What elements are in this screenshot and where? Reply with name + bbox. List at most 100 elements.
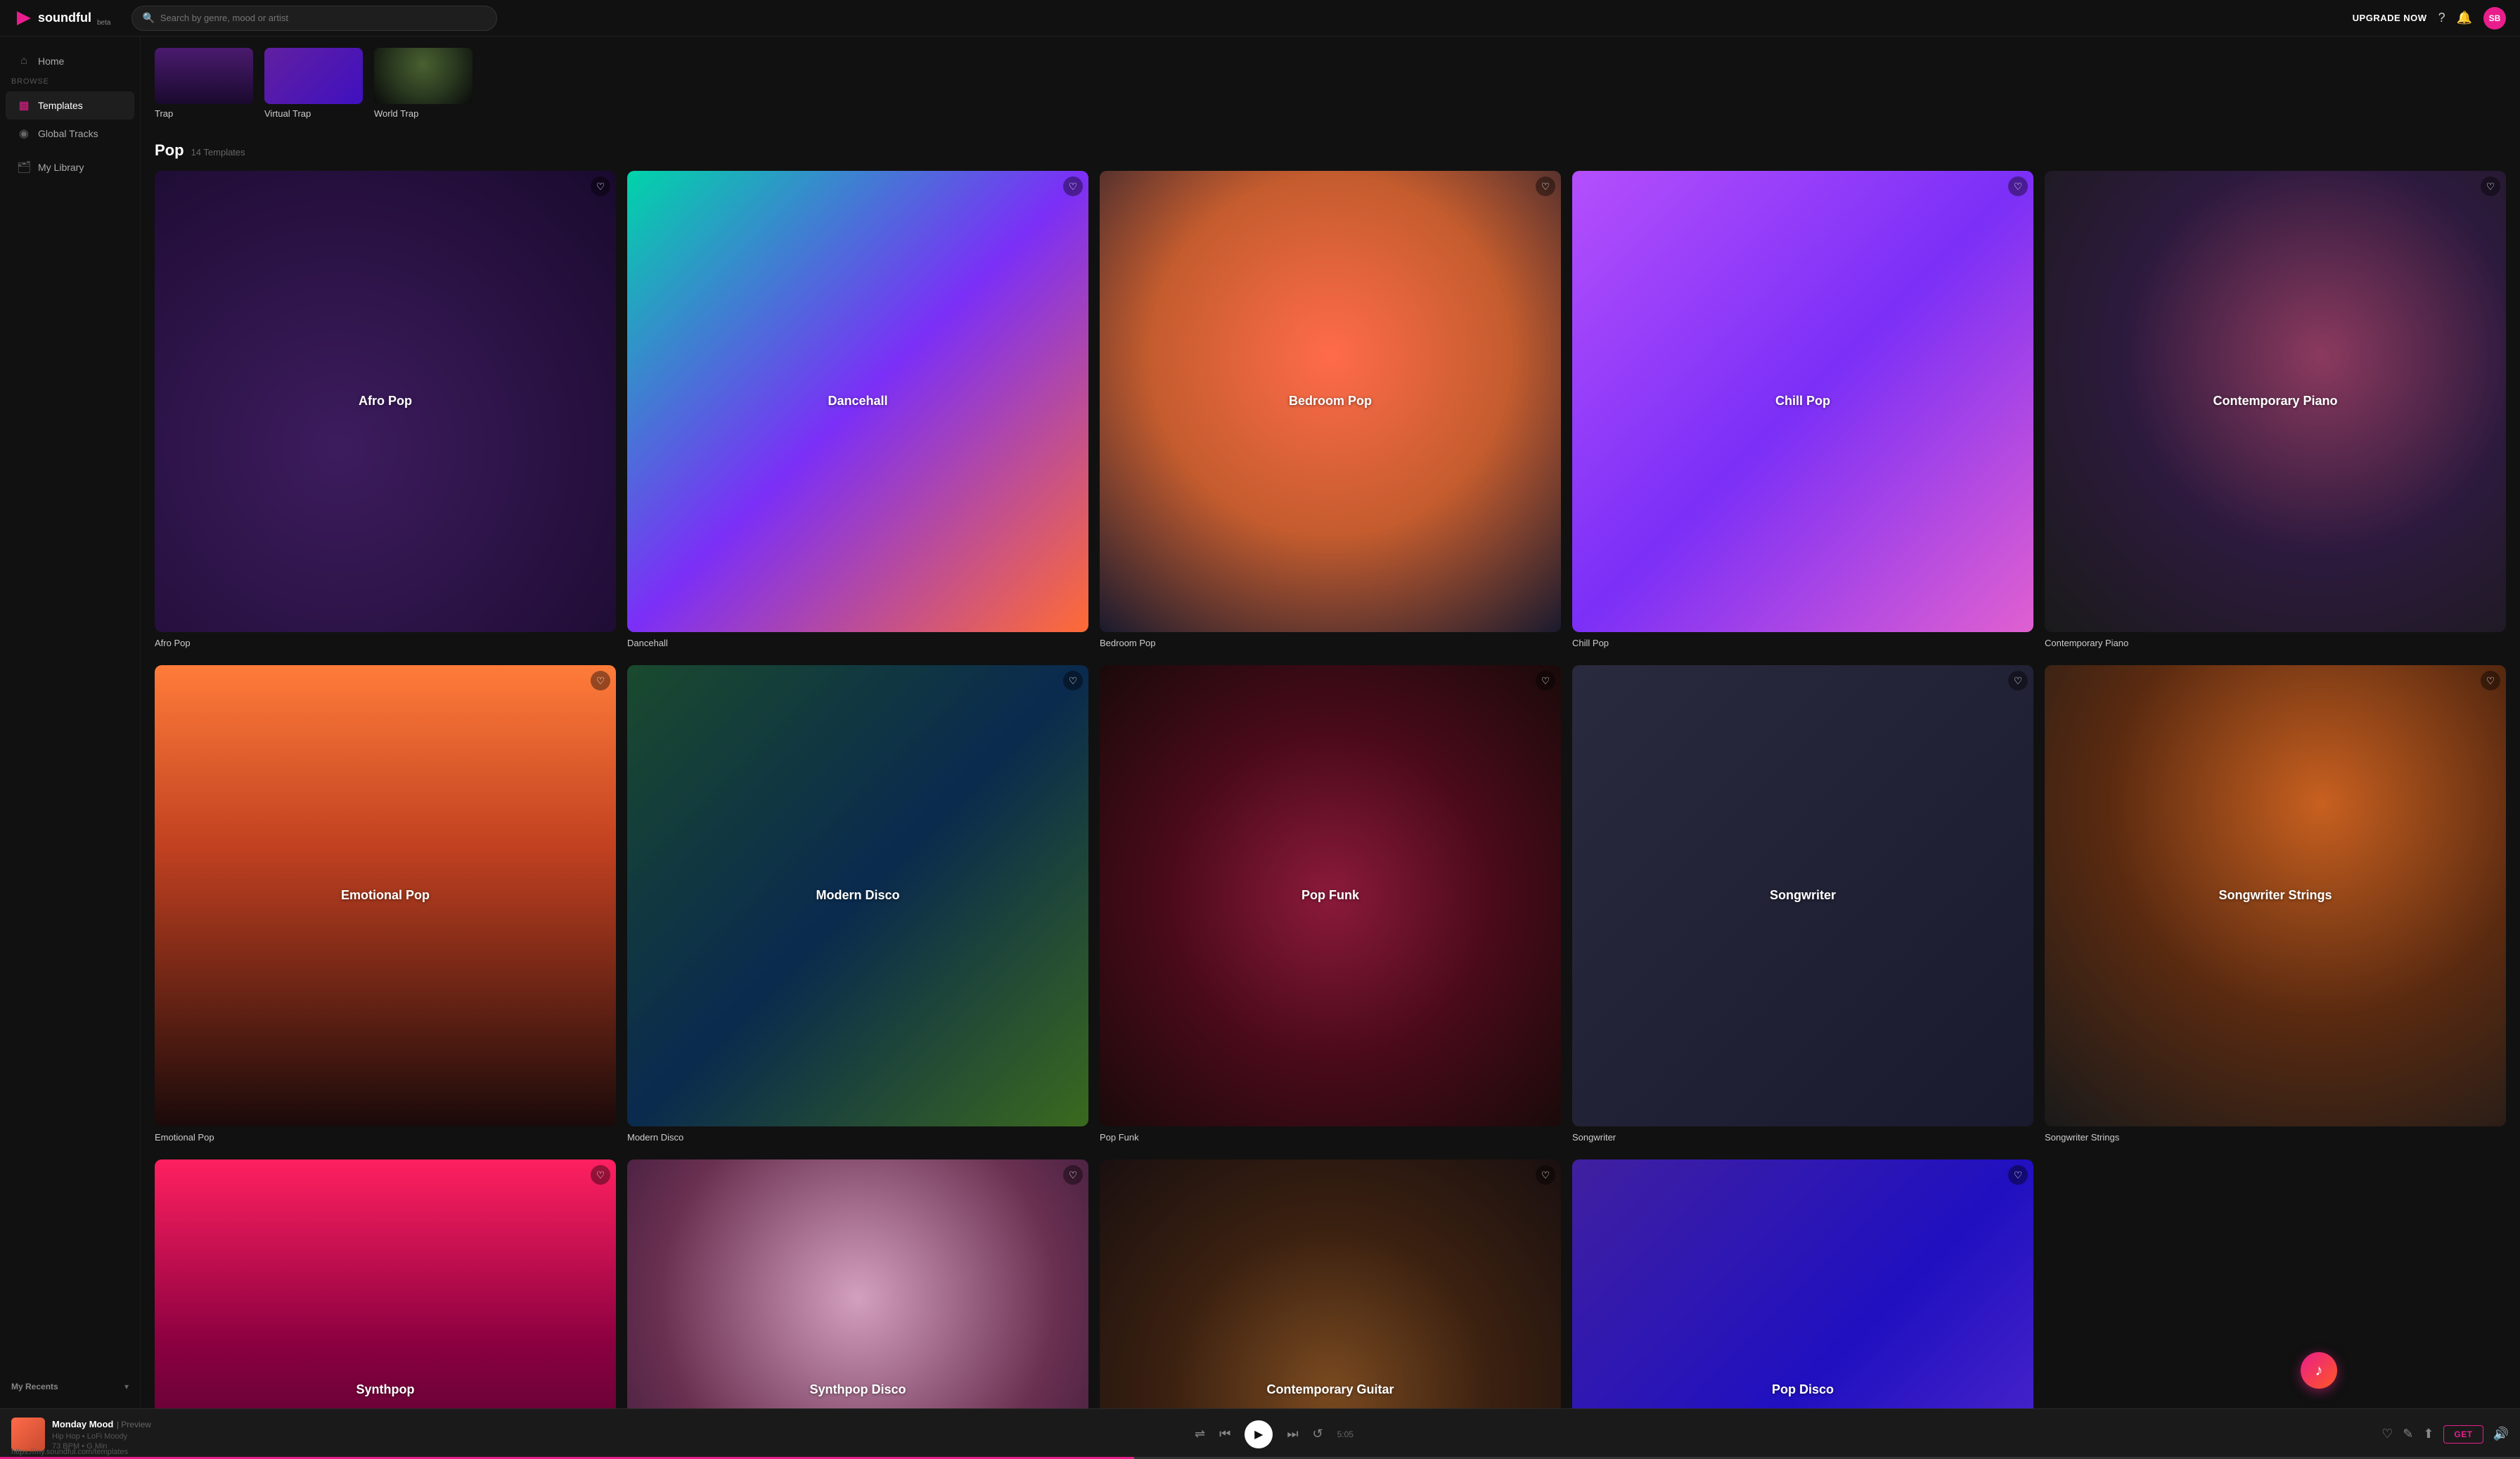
header-right: UPGRADE NOW ? 🔔 SB [2353, 7, 2506, 30]
sidebar-nav-section: ⌂ Home Browse ▦ Templates ◉ Global Track… [0, 48, 140, 148]
trap-card-world-trap[interactable]: World Trap [374, 48, 472, 119]
emotional-pop-overlay: Emotional Pop [155, 665, 616, 1126]
contemporary-guitar-favorite-button[interactable]: ♡ [1536, 1165, 1555, 1185]
afro-pop-favorite-button[interactable]: ♡ [591, 176, 610, 196]
contemporary-piano-favorite-button[interactable]: ♡ [2481, 176, 2500, 196]
contemporary-piano-label: Contemporary Piano [2045, 638, 2506, 648]
search-bar[interactable]: 🔍 [131, 6, 497, 31]
songwriter-label: Songwriter [1572, 1132, 2033, 1143]
pop-disco-favorite-button[interactable]: ♡ [2008, 1165, 2028, 1185]
contemporary-guitar-overlay: Contemporary Guitar [1100, 1159, 1561, 1408]
template-card-afro-pop[interactable]: Afro Pop ♡ Afro Pop [155, 171, 616, 648]
synthpop-favorite-button[interactable]: ♡ [591, 1165, 610, 1185]
share-button[interactable]: ⬆ [2423, 1427, 2434, 1441]
search-input[interactable] [160, 13, 487, 23]
shuffle-icon: ⇌ [1195, 1427, 1205, 1441]
synthpop-overlay: Synthpop [155, 1159, 616, 1408]
template-card-modern-disco[interactable]: Modern Disco ♡ Modern Disco [627, 665, 1088, 1143]
trap-card-virtual-trap-img [264, 48, 363, 104]
soundful-logo-icon [14, 8, 34, 28]
songwriter-favorite-button[interactable]: ♡ [2008, 671, 2028, 690]
template-card-emotional-pop[interactable]: Emotional Pop ♡ Emotional Pop [155, 665, 616, 1143]
template-card-chill-pop[interactable]: Chill Pop ♡ Chill Pop [1572, 171, 2033, 648]
header: soundful beta 🔍 UPGRADE NOW ? 🔔 SB [0, 0, 2520, 37]
get-button[interactable]: GET [2443, 1425, 2483, 1444]
pop-funk-image: Pop Funk ♡ [1100, 665, 1561, 1126]
search-icon: 🔍 [142, 12, 154, 24]
pop-section-count: 14 Templates [191, 147, 245, 158]
shuffle-button[interactable]: ⇌ [1195, 1427, 1205, 1441]
player-bar: Monday Mood | Preview Hip Hop • LoFi Moo… [0, 1408, 2520, 1459]
edit-button[interactable]: ✎ [2403, 1427, 2413, 1441]
bedroom-pop-favorite-button[interactable]: ♡ [1536, 176, 1555, 196]
template-card-synthpop[interactable]: Synthpop ♡ Synthpop [155, 1159, 616, 1408]
volume-button[interactable]: 🔊 [2493, 1427, 2509, 1441]
repeat-button[interactable]: ↺ [1313, 1427, 1323, 1441]
play-icon: ▶ [1254, 1427, 1263, 1441]
pop-funk-favorite-button[interactable]: ♡ [1536, 671, 1555, 690]
modern-disco-favorite-button[interactable]: ♡ [1063, 671, 1083, 690]
synthpop-image: Synthpop ♡ [155, 1159, 616, 1408]
synthpop-disco-favorite-button[interactable]: ♡ [1063, 1165, 1083, 1185]
pop-funk-label: Pop Funk [1100, 1132, 1561, 1143]
like-button[interactable]: ♡ [2381, 1427, 2393, 1441]
pop-section-header: Pop 14 Templates [155, 136, 2506, 160]
template-card-bedroom-pop[interactable]: Bedroom Pop ♡ Bedroom Pop [1100, 171, 1561, 648]
sidebar-item-global-tracks[interactable]: ◉ Global Tracks [6, 120, 134, 148]
template-card-songwriter[interactable]: Songwriter ♡ Songwriter [1572, 665, 2033, 1143]
fab-icon: ♪ [2315, 1361, 2323, 1380]
player-track-genre: Hip Hop • LoFi Moody [52, 1432, 180, 1441]
template-card-pop-disco[interactable]: Pop Disco ♡ Pop Disco [1572, 1159, 2033, 1408]
player-track-title-row: Monday Mood | Preview [52, 1418, 180, 1431]
app-body: ⌂ Home Browse ▦ Templates ◉ Global Track… [0, 37, 2520, 1408]
user-avatar[interactable]: SB [2483, 7, 2506, 30]
template-card-contemporary-piano[interactable]: Contemporary Piano ♡ Contemporary Piano [2045, 171, 2506, 648]
template-card-songwriter-strings[interactable]: Songwriter Strings ♡ Songwriter Strings [2045, 665, 2506, 1143]
chill-pop-favorite-button[interactable]: ♡ [2008, 176, 2028, 196]
trap-card-virtual-trap-label: Virtual Trap [264, 108, 363, 119]
afro-pop-image: Afro Pop ♡ [155, 171, 616, 632]
template-card-pop-funk[interactable]: Pop Funk ♡ Pop Funk [1100, 665, 1561, 1143]
trap-card-trap[interactable]: Trap [155, 48, 253, 119]
help-icon-button[interactable]: ? [2438, 11, 2445, 25]
songwriter-image: Songwriter ♡ [1572, 665, 2033, 1126]
trap-card-virtual-trap[interactable]: Virtual Trap [264, 48, 363, 119]
help-icon: ? [2438, 11, 2445, 25]
heart-icon: ♡ [2381, 1427, 2393, 1441]
sidebar-item-global-tracks-label: Global Tracks [38, 128, 98, 139]
player-preview-label: | Preview [117, 1420, 151, 1429]
prev-button[interactable]: ⏮ [1219, 1427, 1230, 1441]
next-button[interactable]: ⏭ [1287, 1427, 1298, 1441]
my-recents-section[interactable]: My Recents ▾ [0, 1373, 140, 1397]
modern-disco-image: Modern Disco ♡ [627, 665, 1088, 1126]
dancehall-image: Dancehall ♡ [627, 171, 1088, 632]
pop-row-3: Synthpop ♡ Synthpop Synthpop Disco ♡ Syn… [155, 1159, 2506, 1408]
sidebar: ⌂ Home Browse ▦ Templates ◉ Global Track… [0, 37, 141, 1408]
template-card-dancehall[interactable]: Dancehall ♡ Dancehall [627, 171, 1088, 648]
modern-disco-overlay: Modern Disco [627, 665, 1088, 1126]
sidebar-item-home[interactable]: ⌂ Home [6, 48, 134, 75]
sidebar-item-templates[interactable]: ▦ Templates [6, 91, 134, 120]
contemporary-piano-overlay: Contemporary Piano [2045, 171, 2506, 632]
template-card-contemporary-guitar[interactable]: Contemporary Guitar ♡ Contemporary Guita… [1100, 1159, 1561, 1408]
chevron-down-icon: ▾ [124, 1382, 129, 1391]
emotional-pop-favorite-button[interactable]: ♡ [591, 671, 610, 690]
bell-icon: 🔔 [2457, 11, 2472, 25]
volume-icon: 🔊 [2493, 1427, 2509, 1441]
player-track-details: Monday Mood | Preview Hip Hop • LoFi Moo… [52, 1418, 180, 1451]
upgrade-button[interactable]: UPGRADE NOW [2353, 13, 2427, 23]
fab-button[interactable]: ♪ [2301, 1352, 2337, 1389]
notifications-icon-button[interactable]: 🔔 [2457, 11, 2472, 25]
pop-disco-image: Pop Disco ♡ [1572, 1159, 2033, 1408]
template-card-synthpop-disco[interactable]: Synthpop Disco ♡ Synthpop Disco [627, 1159, 1088, 1408]
songwriter-strings-favorite-button[interactable]: ♡ [2481, 671, 2500, 690]
play-pause-button[interactable]: ▶ [1245, 1420, 1273, 1448]
dancehall-favorite-button[interactable]: ♡ [1063, 176, 1083, 196]
home-icon: ⌂ [17, 55, 31, 68]
player-controls: ⇌ ⏮ ▶ ⏭ ↺ 5:05 [188, 1420, 2360, 1448]
songwriter-strings-image: Songwriter Strings ♡ [2045, 665, 2506, 1126]
player-track-info: Monday Mood | Preview Hip Hop • LoFi Moo… [11, 1418, 180, 1451]
sidebar-item-my-library[interactable]: 🗂 My Library [6, 153, 134, 181]
sidebar-item-templates-label: Templates [38, 100, 83, 111]
next-icon: ⏭ [1287, 1427, 1298, 1441]
